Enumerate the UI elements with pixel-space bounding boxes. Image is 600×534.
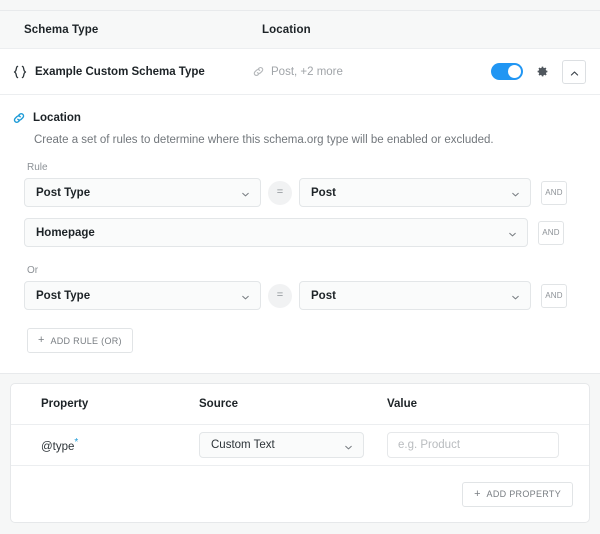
rule-group-label-or: Or [27,265,578,276]
schema-editor-page: Schema Type Location Example Custom Sche… [0,0,600,534]
location-heading: Location [33,112,81,124]
property-name-cell: @type* [41,437,199,453]
column-header-value: Value [387,398,573,410]
add-property-label: ADD PROPERTY [487,489,561,499]
chevron-up-icon [569,66,580,77]
chevron-down-icon [507,227,518,238]
properties-table-header: Property Source Value [11,384,589,425]
rule-type-value-3: Post Type [36,290,90,302]
rule-group-1: Rule Post Type = Post [12,162,578,247]
rule-row-2: Homepage AND [12,218,578,247]
column-header-source: Source [199,398,387,410]
chevron-down-icon [240,187,251,198]
rule-operator-3: = [277,290,283,301]
property-value-input[interactable] [387,432,559,458]
properties-card: Property Source Value @type* Custom Text [10,383,590,523]
required-asterisk: * [74,437,78,448]
table-row: @type* Custom Text [11,425,589,466]
toggle-knob [508,65,521,78]
property-value-cell [387,432,573,458]
rule-row-3: Post Type = Post [12,281,578,310]
rule-value-1: Post [311,187,336,199]
rule-row-1: Post Type = Post [12,178,578,207]
chevron-down-icon [343,440,354,451]
column-header-location: Location [262,24,576,36]
rule-group-2: Or Post Type = Post [12,265,578,310]
property-source-cell: Custom Text [199,432,387,458]
rule-type-value-2: Homepage [36,227,95,239]
location-description: Create a set of rules to determine where… [34,134,578,146]
add-rule-label: ADD RULE (OR) [50,336,121,346]
add-rule-button[interactable]: + ADD RULE (OR) [27,328,133,353]
property-source-value: Custom Text [211,439,275,451]
plus-icon: + [38,335,44,346]
link-icon [252,65,265,78]
schema-location-cell: Post, +2 more [252,65,491,78]
code-braces-icon [12,64,28,80]
chevron-down-icon [510,187,521,198]
schema-type-card: Schema Type Location Example Custom Sche… [0,10,600,374]
properties-footer: + ADD PROPERTY [11,466,589,522]
rule-group-label: Rule [27,162,578,173]
add-property-button[interactable]: + ADD PROPERTY [462,482,573,507]
location-panel: Location Create a set of rules to determ… [0,95,600,373]
property-source-select[interactable]: Custom Text [199,432,364,458]
rule-type-select-2[interactable]: Homepage [24,218,528,247]
and-label-3: AND [545,291,563,300]
add-and-condition-button-2[interactable]: AND [538,221,564,245]
column-header-property: Property [41,398,199,410]
rule-value-select-1[interactable]: Post [299,178,531,207]
schema-table-header: Schema Type Location [0,11,600,49]
plus-icon: + [474,489,480,500]
location-title-row: Location [12,111,578,125]
add-and-condition-button-3[interactable]: AND [541,284,567,308]
rule-value-3: Post [311,290,336,302]
rule-operator-badge-3: = [268,284,292,308]
and-label-1: AND [545,188,563,197]
add-and-condition-button-1[interactable]: AND [541,181,567,205]
schema-row-controls [491,60,586,84]
column-header-schema-type: Schema Type [24,24,262,36]
schema-type-row[interactable]: Example Custom Schema Type Post, +2 more [0,49,600,95]
schema-location-text: Post, +2 more [271,66,343,78]
rule-value-select-3[interactable]: Post [299,281,531,310]
property-name: @type [41,441,74,453]
gear-icon[interactable] [536,65,549,78]
link-icon [12,111,26,125]
chevron-down-icon [510,290,521,301]
and-label-2: AND [542,228,560,237]
rule-type-select-1[interactable]: Post Type [24,178,261,207]
chevron-down-icon [240,290,251,301]
schema-name-cell: Example Custom Schema Type [12,64,252,80]
rule-operator-1: = [277,187,283,198]
rule-type-select-3[interactable]: Post Type [24,281,261,310]
schema-type-name: Example Custom Schema Type [35,66,205,78]
rule-type-value-1: Post Type [36,187,90,199]
collapse-section-button[interactable] [562,60,586,84]
schema-enable-toggle[interactable] [491,63,523,80]
rule-operator-badge-1: = [268,181,292,205]
